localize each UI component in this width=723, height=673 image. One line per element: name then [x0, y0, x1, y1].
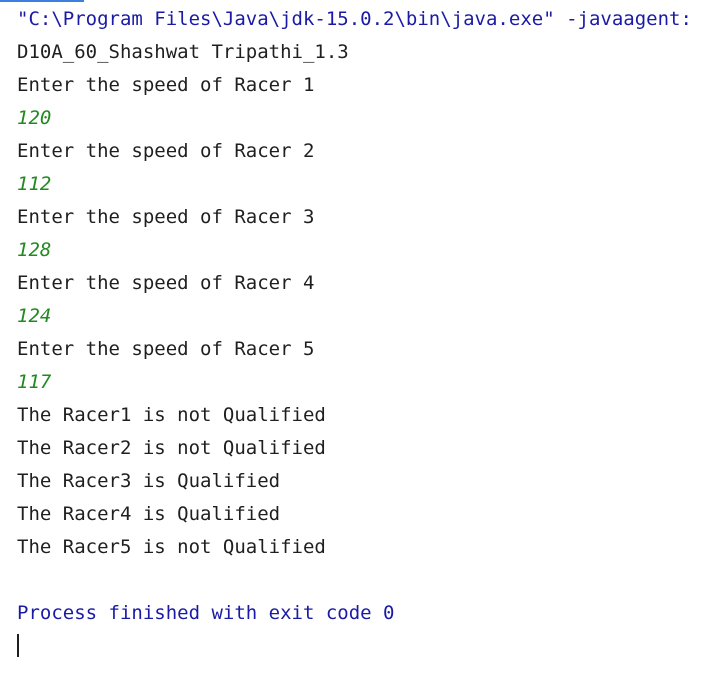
prompt-racer-5: Enter the speed of Racer 5 [17, 338, 315, 360]
prompt-racer-3: Enter the speed of Racer 3 [17, 206, 315, 228]
text-cursor[interactable] [17, 634, 19, 657]
active-tab-indicator [0, 0, 84, 2]
input-racer-5: 117 [17, 371, 52, 393]
result-racer-1: The Racer1 is not Qualified [17, 404, 326, 426]
program-header: D10A_60_Shashwat Tripathi_1.3 [17, 41, 349, 63]
prompt-racer-2: Enter the speed of Racer 2 [17, 140, 315, 162]
prompt-racer-4: Enter the speed of Racer 4 [17, 272, 315, 294]
result-racer-4: The Racer4 is Qualified [17, 503, 281, 525]
result-racer-5: The Racer5 is not Qualified [17, 536, 326, 558]
result-racer-3: The Racer3 is Qualified [17, 470, 281, 492]
result-racer-2: The Racer2 is not Qualified [17, 437, 326, 459]
prompt-racer-1: Enter the speed of Racer 1 [17, 74, 315, 96]
input-racer-2: 112 [17, 173, 52, 195]
command-line: "C:\Program Files\Java\jdk-15.0.2\bin\ja… [17, 8, 692, 30]
input-racer-3: 128 [17, 239, 52, 261]
run-console[interactable]: "C:\Program Files\Java\jdk-15.0.2\bin\ja… [0, 0, 723, 673]
input-racer-1: 120 [17, 107, 52, 129]
input-racer-4: 124 [17, 305, 52, 327]
exit-message: Process finished with exit code 0 [17, 602, 395, 624]
